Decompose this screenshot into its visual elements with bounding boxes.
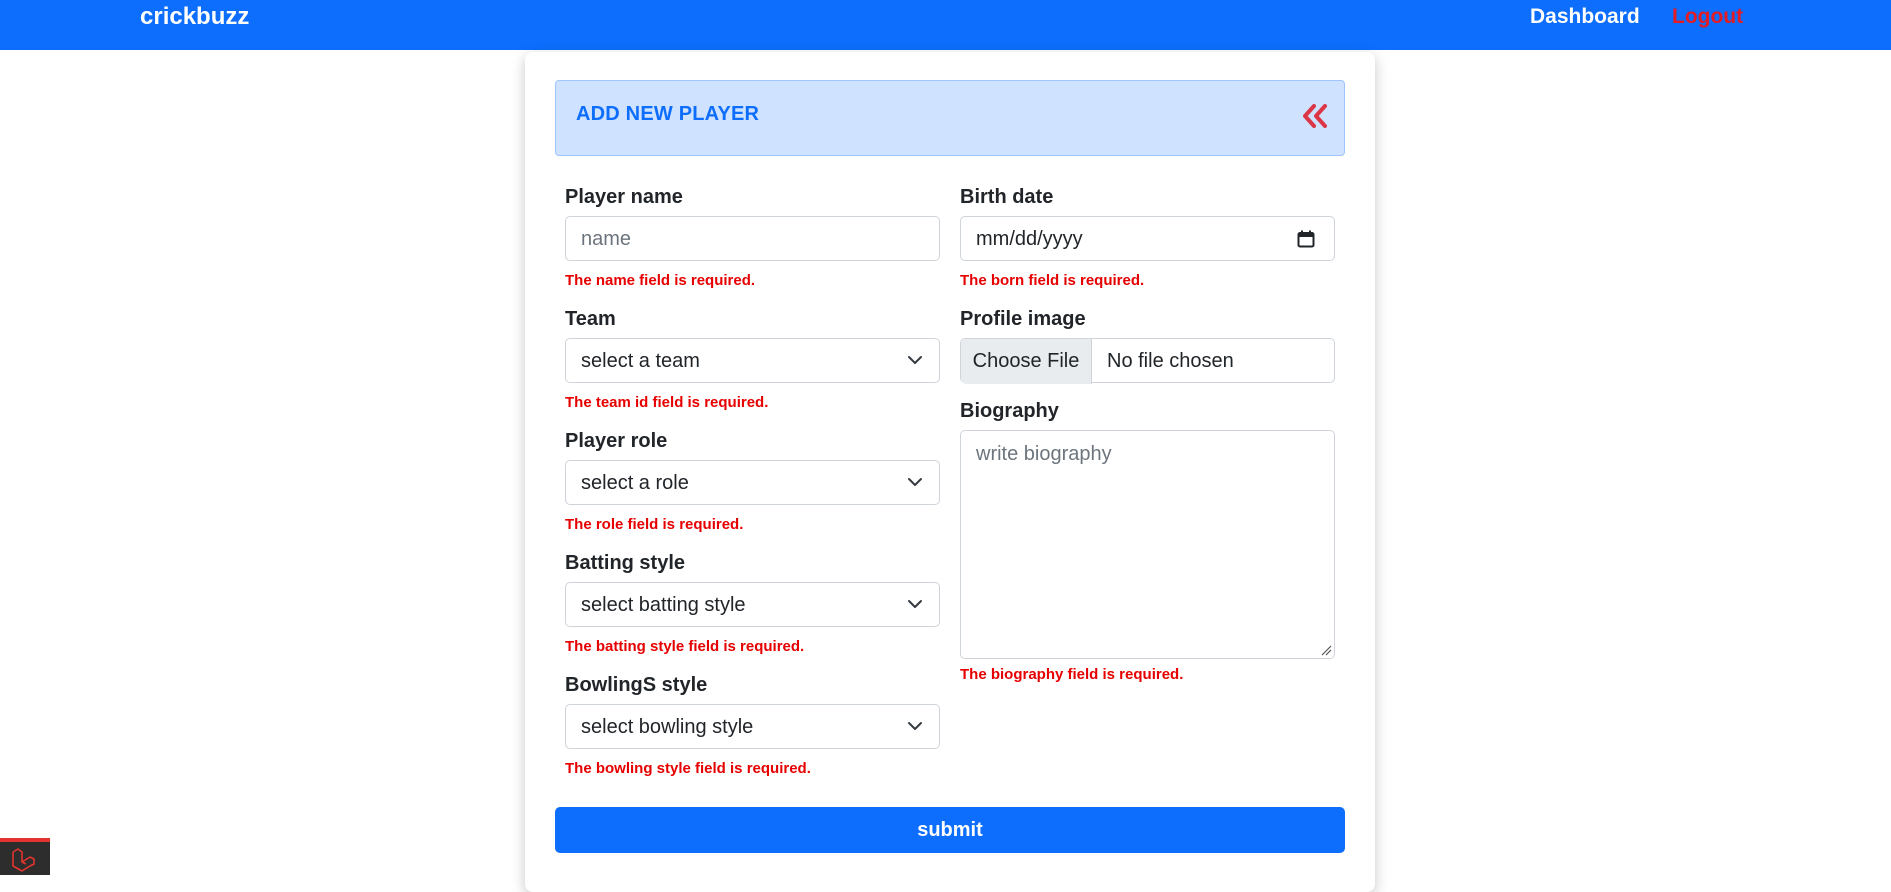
- nav-logout-link[interactable]: Logout: [1672, 4, 1743, 30]
- birth-date-label: Birth date: [960, 186, 1054, 208]
- player-name-placeholder: name: [581, 228, 632, 250]
- player-name-label: Player name: [565, 186, 683, 208]
- profile-image-label: Profile image: [960, 308, 1086, 330]
- batting-style-error: The batting style field is required.: [565, 638, 805, 655]
- page-title: ADD NEW PLAYER: [576, 103, 760, 125]
- bowling-style-select[interactable]: select bowling style: [565, 704, 940, 749]
- team-select[interactable]: select a team: [565, 338, 940, 383]
- file-status-text: No file chosen: [1107, 350, 1234, 372]
- bowling-style-error: The bowling style field is required.: [565, 760, 811, 777]
- double-chevron-left-icon[interactable]: [1300, 100, 1330, 132]
- chevron-down-icon: [908, 478, 922, 486]
- birth-date-error: The born field is required.: [960, 272, 1145, 289]
- calendar-icon[interactable]: [1296, 229, 1316, 249]
- role-select[interactable]: select a role: [565, 460, 940, 505]
- role-select-value: select a role: [581, 472, 689, 494]
- laravel-logo-icon: [12, 848, 35, 872]
- chevron-down-icon: [908, 600, 922, 608]
- biography-textarea[interactable]: write biography: [960, 430, 1335, 659]
- chevron-down-icon: [908, 722, 922, 730]
- biography-placeholder: write biography: [976, 443, 1112, 465]
- role-error: The role field is required.: [565, 516, 744, 533]
- nav-dashboard-link[interactable]: Dashboard: [1530, 4, 1640, 30]
- birth-date-value: mm/dd/yyyy: [976, 228, 1083, 250]
- top-navbar: crickbuzz Dashboard Logout: [0, 0, 1891, 50]
- birth-date-input[interactable]: mm/dd/yyyy: [960, 216, 1335, 261]
- batting-style-value: select batting style: [581, 594, 746, 616]
- bowling-style-value: select bowling style: [581, 716, 754, 738]
- player-name-input[interactable]: name: [565, 216, 940, 261]
- laravel-debug-badge[interactable]: [0, 838, 50, 875]
- team-error: The team id field is required.: [565, 394, 769, 411]
- chevron-down-icon: [908, 356, 922, 364]
- role-label: Player role: [565, 430, 668, 452]
- resize-handle-icon[interactable]: [1320, 644, 1332, 656]
- bowling-style-label: BowlingS style: [565, 674, 708, 696]
- biography-error: The biography field is required.: [960, 666, 1184, 683]
- biography-label: Biography: [960, 400, 1059, 422]
- player-name-error: The name field is required.: [565, 272, 756, 289]
- choose-file-button[interactable]: Choose File: [961, 339, 1092, 384]
- profile-image-input[interactable]: Choose File No file chosen: [960, 338, 1335, 384]
- brand-logo[interactable]: crickbuzz: [140, 3, 249, 31]
- add-player-card: ADD NEW PLAYER Player name name The name…: [525, 52, 1375, 892]
- batting-style-select[interactable]: select batting style: [565, 582, 940, 627]
- team-select-value: select a team: [581, 350, 700, 372]
- card-header: ADD NEW PLAYER: [555, 80, 1345, 156]
- team-label: Team: [565, 308, 616, 330]
- submit-button[interactable]: submit: [555, 807, 1345, 853]
- batting-style-label: Batting style: [565, 552, 686, 574]
